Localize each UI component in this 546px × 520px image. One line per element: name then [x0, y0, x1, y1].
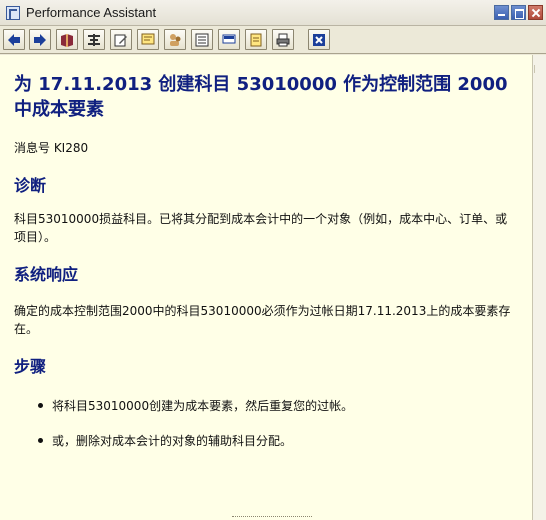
title-bar: Performance Assistant: [0, 0, 546, 26]
bullet: [38, 403, 43, 408]
scroll-handle[interactable]: [534, 65, 545, 73]
stamp-icon: [250, 33, 262, 47]
back-icon: [8, 34, 20, 46]
window-title: Performance Assistant: [26, 5, 157, 20]
document-button[interactable]: [191, 29, 213, 50]
pane-splitter[interactable]: [232, 516, 312, 518]
page-title: 为 17.11.2013 创建科目 53010000 作为控制范围 2000 中…: [14, 74, 508, 120]
bookmark-button[interactable]: [56, 29, 78, 50]
forward-button[interactable]: [29, 29, 51, 50]
back-button[interactable]: [3, 29, 25, 50]
comment-icon: [222, 34, 236, 44]
vertical-scrollbar[interactable]: [533, 55, 546, 520]
comment-button[interactable]: [218, 29, 240, 50]
edit-icon: [114, 34, 127, 47]
section-text-system-response: 确定的成本控制范围2000中的科目53010000必须作为过帐日期17.11.2…: [14, 304, 511, 336]
book-icon: [61, 34, 73, 47]
procedure-step: 将科目53010000创建为成本要素，然后重复您的过帐。: [52, 399, 354, 413]
document-icon: [195, 33, 209, 47]
print-icon: [276, 33, 290, 47]
section-heading-diagnosis: 诊断: [14, 176, 47, 195]
structure-button[interactable]: [83, 29, 105, 50]
maximize-button[interactable]: [511, 5, 526, 20]
help-content: 为 17.11.2013 创建科目 53010000 作为控制范围 2000 中…: [0, 55, 533, 520]
minimize-button[interactable]: [494, 5, 509, 20]
section-text-diagnosis: 科目53010000损益科目。已将其分配到成本会计中的一个对象（例如，成本中心、…: [14, 212, 508, 244]
forward-icon: [34, 34, 46, 46]
stamp-button[interactable]: [245, 29, 267, 50]
users-button[interactable]: [164, 29, 186, 50]
note-button[interactable]: [137, 29, 159, 50]
edit-button[interactable]: [110, 29, 132, 50]
print-button[interactable]: [272, 29, 294, 50]
bullet: [38, 438, 43, 443]
section-heading-procedure: 步骤: [14, 357, 47, 376]
settings-icon: [88, 34, 100, 46]
close-button[interactable]: [528, 5, 543, 20]
message-number: 消息号 KI280: [14, 141, 89, 155]
app-icon: [6, 6, 20, 20]
section-heading-system-response: 系统响应: [14, 265, 79, 284]
exit-button[interactable]: [308, 29, 330, 50]
close-window-icon: [313, 34, 325, 46]
note-icon: [141, 33, 155, 45]
users-icon: [170, 34, 181, 46]
procedure-step: 或，删除对成本会计的对象的辅助科目分配。: [52, 434, 293, 448]
toolbar: [0, 26, 546, 54]
